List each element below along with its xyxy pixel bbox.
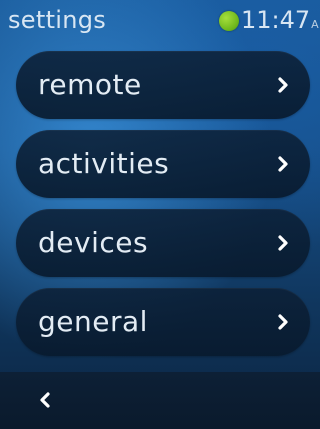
chevron-right-icon	[278, 235, 288, 251]
bottom-bar	[0, 372, 320, 429]
chevron-right-icon	[278, 314, 288, 330]
page-title: settings	[8, 6, 107, 34]
menu-item-general[interactable]: general	[16, 288, 310, 356]
clock-time: 11:47	[241, 6, 311, 34]
status-bar: settings 11:47A	[0, 0, 320, 40]
menu-item-devices[interactable]: devices	[16, 209, 310, 277]
chevron-right-icon	[278, 77, 288, 93]
status-indicator-dot	[219, 11, 239, 31]
chevron-left-icon	[40, 392, 50, 408]
menu-item-label: remote	[38, 68, 142, 101]
menu-item-label: general	[38, 305, 148, 338]
menu-item-label: devices	[38, 226, 149, 259]
clock-ampm: A	[311, 18, 319, 31]
settings-menu: remote activities devices general	[16, 51, 312, 367]
back-button[interactable]	[28, 386, 62, 416]
clock: 11:47A	[241, 6, 319, 39]
menu-item-label: activities	[38, 147, 170, 180]
menu-item-remote[interactable]: remote	[16, 51, 310, 119]
chevron-right-icon	[278, 156, 288, 172]
menu-item-activities[interactable]: activities	[16, 130, 310, 198]
settings-screen: settings 11:47A remote activities device…	[0, 0, 320, 429]
